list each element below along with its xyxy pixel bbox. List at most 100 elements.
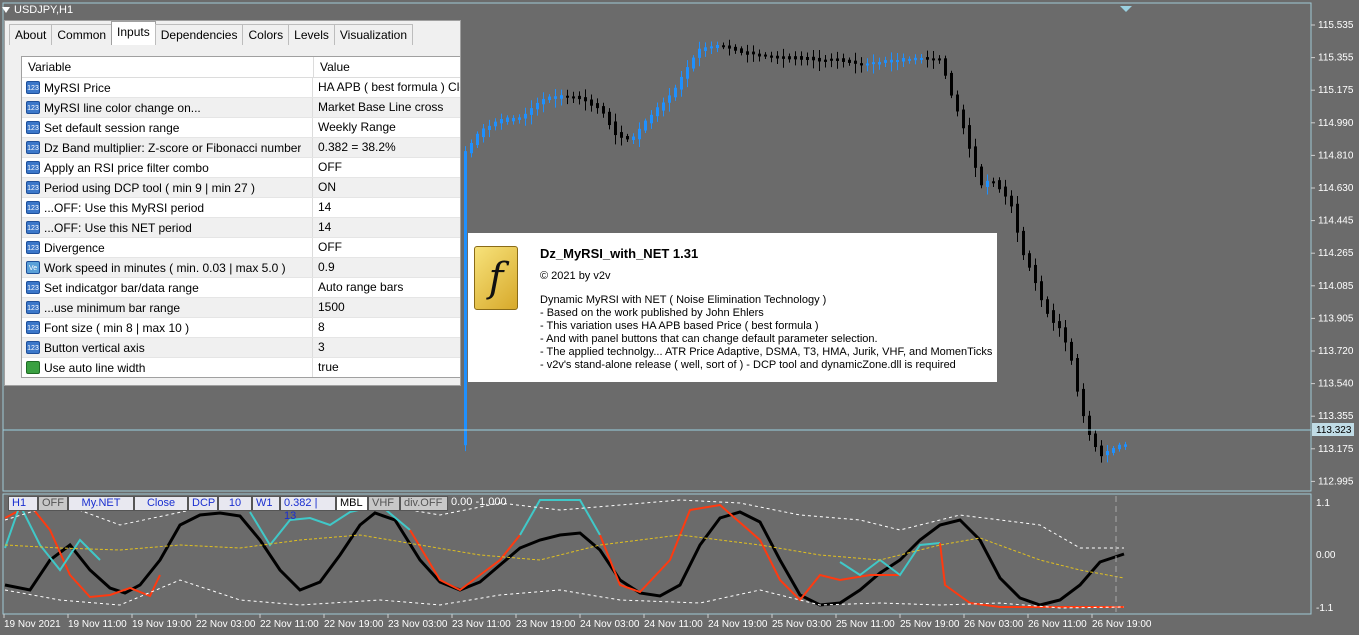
candle-body <box>518 117 521 120</box>
button-mbl[interactable]: MBL <box>336 496 368 511</box>
collapse-icon[interactable] <box>2 7 10 14</box>
integer-type-icon: 123 <box>26 301 40 314</box>
candle-body <box>1082 388 1085 417</box>
candle-body <box>626 136 629 140</box>
input-row[interactable]: 123 Set indicatgor bar/data range Auto ran… <box>22 278 460 298</box>
button-period[interactable]: 10 <box>218 496 252 511</box>
candle-body <box>590 99 593 106</box>
input-row[interactable]: 123 Font size ( min 8 | max 10 ) 8 <box>22 318 460 338</box>
tab-visualization[interactable]: Visualization <box>333 24 414 45</box>
value-cell[interactable]: Market Base Line cross <box>313 98 460 117</box>
input-row[interactable]: 123 Divergence OFF <box>22 238 460 258</box>
candle-body <box>926 57 929 60</box>
time-tick-label: 23 Nov 03:00 <box>388 619 448 630</box>
input-row[interactable]: 123 MyRSI Price HA APB ( best formula ) Cl… <box>22 78 460 98</box>
input-row[interactable]: 123 Period using DCP tool ( min 9 | min 2… <box>22 178 460 198</box>
price-tick-label: 114.265 <box>1318 248 1354 259</box>
candle-body <box>914 57 917 61</box>
value-cell[interactable]: HA APB ( best formula ) Close <box>313 78 460 97</box>
candle-body <box>1040 281 1043 301</box>
value-cell[interactable]: ON <box>313 178 460 197</box>
indicator-tick-label: 0.00 <box>1316 550 1336 561</box>
value-cell[interactable]: 0.382 = 38.2% <box>313 138 460 157</box>
variable-cell: 123 ...OFF: Use this NET period <box>22 218 313 237</box>
value-cell[interactable]: 8 <box>313 318 460 337</box>
variable-label: Dz Band multiplier: Z-score or Fibonacci… <box>44 140 302 155</box>
value-cell[interactable]: 1500 <box>313 298 460 317</box>
candle-body <box>812 56 815 61</box>
candle-body <box>644 120 647 131</box>
candle-body <box>476 133 479 146</box>
input-row[interactable]: 123 ...OFF: Use this MyRSI period 14 <box>22 198 460 218</box>
time-tick-label: 19 Nov 2021 <box>4 619 61 630</box>
header-variable[interactable]: Variable <box>22 57 314 77</box>
candle-body <box>1106 451 1109 456</box>
button-session[interactable]: W1 <box>252 496 280 511</box>
tab-levels[interactable]: Levels <box>288 24 335 45</box>
tab-dependencies[interactable]: Dependencies <box>154 24 244 45</box>
button-mode[interactable]: My.NET <box>68 496 134 511</box>
button-vhf[interactable]: VHF <box>368 496 400 511</box>
candle-body <box>674 87 677 98</box>
button-timeframe[interactable]: H1 <box>8 496 38 511</box>
button-price[interactable]: Close <box>134 496 188 511</box>
price-tick-label: 115.355 <box>1318 53 1354 64</box>
candle-body <box>584 97 587 102</box>
candle-body <box>608 111 611 126</box>
variable-label: Period using DCP tool ( min 9 | min 27 ) <box>44 180 255 195</box>
double-type-icon: Ve <box>26 261 40 274</box>
input-row[interactable]: 123 ...OFF: Use this NET period 14 <box>22 218 460 238</box>
candle-body <box>974 146 977 168</box>
tab-common[interactable]: Common <box>51 24 113 45</box>
button-filter[interactable]: OFF <box>38 496 68 511</box>
input-row[interactable]: 123 Dz Band multiplier: Z-score or Fibona… <box>22 138 460 158</box>
input-row[interactable]: 123 Button vertical axis 3 <box>22 338 460 358</box>
value-cell[interactable]: 14 <box>313 198 460 217</box>
candle-body <box>770 55 773 58</box>
description-line: - v2v's stand-alone release ( well, sort… <box>540 359 956 371</box>
integer-type-icon: 123 <box>26 221 40 234</box>
candle-body <box>854 60 857 64</box>
tab-about[interactable]: About <box>9 24 53 45</box>
price-tick-label: 115.535 <box>1318 20 1354 31</box>
input-row[interactable]: 123 MyRSI line color change on... Market B… <box>22 98 460 118</box>
value-cell[interactable]: 3 <box>313 338 460 357</box>
price-tick-label: 113.540 <box>1318 379 1354 390</box>
button-divergence[interactable]: div.OFF <box>400 496 448 511</box>
current-price-label: 113.323 <box>1316 425 1352 436</box>
description-line: - The applied technolgy... ATR Price Ada… <box>540 346 993 358</box>
candle-body <box>1052 310 1055 323</box>
input-row[interactable]: 123 Apply an RSI price filter combo OFF <box>22 158 460 178</box>
value-cell[interactable]: true <box>313 358 460 377</box>
header-value[interactable]: Value <box>314 57 460 77</box>
button-dcp[interactable]: DCP <box>188 496 218 511</box>
input-row[interactable]: 123 Set default session range Weekly Range <box>22 118 460 138</box>
input-row[interactable]: Use auto line width true <box>22 358 460 377</box>
variable-cell: 123 Button vertical axis <box>22 338 313 357</box>
value-cell[interactable]: OFF <box>313 158 460 177</box>
integer-type-icon: 123 <box>26 241 40 254</box>
candle-body <box>980 166 983 186</box>
input-row[interactable]: 123 ...use minimum bar range 1500 <box>22 298 460 318</box>
time-tick-label: 23 Nov 11:00 <box>452 619 511 630</box>
tab-colors[interactable]: Colors <box>242 24 290 45</box>
copyright: © 2021 by v2v <box>540 270 611 282</box>
button-band[interactable]: 0.382 | 13 <box>280 496 336 522</box>
symbol-label: USDJPY,H1 <box>2 4 73 16</box>
candle-body <box>1064 327 1067 343</box>
value-cell[interactable]: 0.9 <box>313 258 460 277</box>
value-cell[interactable]: Weekly Range <box>313 118 460 137</box>
input-row[interactable]: Ve Work speed in minutes ( min. 0.03 | ma… <box>22 258 460 278</box>
value-cell[interactable]: OFF <box>313 238 460 257</box>
candle-body <box>578 95 581 100</box>
candle-body <box>956 94 959 112</box>
candle-body <box>1076 358 1079 392</box>
integer-type-icon: 123 <box>26 121 40 134</box>
variable-label: MyRSI Price <box>44 80 111 95</box>
value-cell[interactable]: 14 <box>313 218 460 237</box>
time-tick-label: 26 Nov 03:00 <box>964 619 1024 630</box>
about-panel: f Dz_MyRSI_with_NET 1.31 © 2021 by v2v D… <box>468 233 997 382</box>
value-cell[interactable]: Auto range bars <box>313 278 460 297</box>
tab-inputs[interactable]: Inputs <box>111 21 156 45</box>
candle-body <box>1010 195 1013 207</box>
